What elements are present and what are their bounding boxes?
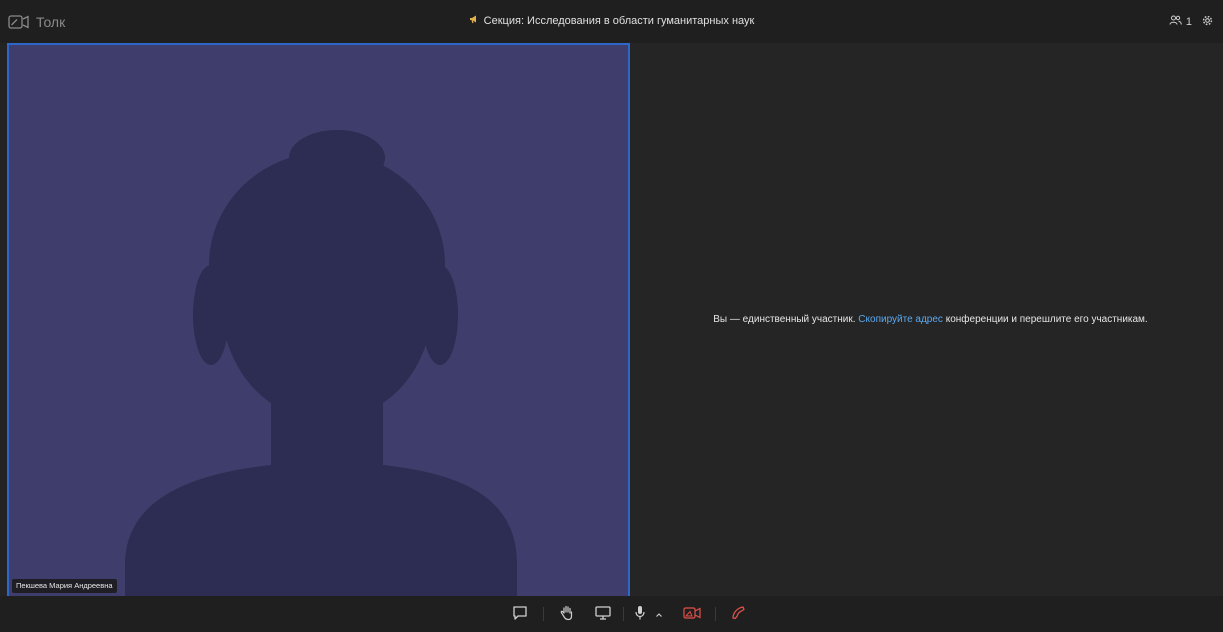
alone-message-suffix: конференции и перешлите его участникам. bbox=[942, 314, 1148, 325]
video-logo-icon bbox=[8, 14, 30, 30]
toolbar-divider bbox=[543, 607, 544, 621]
conference-app: Толк Секция: Исследования в области гума… bbox=[0, 0, 1223, 632]
participant-count: 1 bbox=[1185, 15, 1192, 28]
control-toolbar bbox=[0, 596, 1223, 632]
app-brand[interactable]: Толк bbox=[8, 0, 65, 43]
copy-address-link[interactable]: Скопируйте адрес bbox=[858, 314, 943, 325]
raise-hand-button[interactable] bbox=[556, 604, 578, 626]
invite-panel: Вы — единственный участник. Скопируйте а… bbox=[630, 43, 1223, 596]
alone-message-text: Вы — единственный участник. bbox=[713, 314, 859, 325]
conference-title: Секция: Исследования в области гуманитар… bbox=[469, 0, 755, 43]
screen-share-icon bbox=[594, 604, 612, 627]
chat-icon bbox=[511, 604, 529, 627]
chat-button[interactable] bbox=[509, 604, 531, 626]
toolbar-divider bbox=[715, 607, 716, 621]
microphone-options-button[interactable] bbox=[652, 604, 666, 626]
chevron-up-icon bbox=[655, 606, 663, 624]
microphone-icon bbox=[631, 604, 649, 627]
alone-message: Вы — единственный участник. Скопируйте а… bbox=[713, 314, 1147, 325]
app-name: Толк bbox=[36, 13, 66, 30]
megaphone-icon bbox=[469, 0, 479, 43]
settings-gear-icon[interactable] bbox=[1202, 15, 1213, 29]
header-bar: Толк Секция: Исследования в области гума… bbox=[0, 0, 1223, 43]
avatar-silhouette-icon bbox=[125, 130, 517, 596]
participants-icon bbox=[1169, 15, 1182, 28]
screen-share-button[interactable] bbox=[592, 604, 614, 626]
toolbar-divider bbox=[623, 607, 624, 621]
participants-button[interactable]: 1 bbox=[1169, 15, 1192, 28]
hang-up-button[interactable] bbox=[727, 604, 749, 626]
conference-title-wrap: Секция: Исследования в области гуманитар… bbox=[0, 0, 1223, 43]
participant-name-tag: Пекшева Мария Андреевна bbox=[12, 579, 117, 593]
hang-up-icon bbox=[729, 604, 747, 627]
participant-video-tile[interactable]: Пекшева Мария Андреевна bbox=[7, 43, 630, 598]
camera-toggle-button[interactable] bbox=[681, 604, 703, 626]
microphone-button[interactable] bbox=[629, 604, 651, 626]
camera-off-icon bbox=[682, 604, 702, 627]
conference-title-text: Секция: Исследования в области гуманитар… bbox=[483, 15, 755, 27]
raise-hand-icon bbox=[558, 604, 576, 627]
header-actions: 1 bbox=[1169, 0, 1213, 43]
